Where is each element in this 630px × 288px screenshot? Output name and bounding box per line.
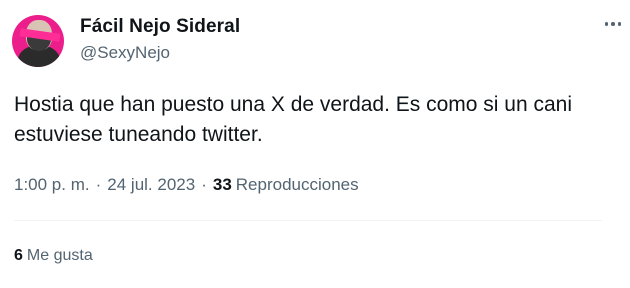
meta-separator: · xyxy=(201,175,207,194)
views-count: 33 xyxy=(212,175,232,194)
tweet-card: Fácil Nejo Sideral @SexyNejo Hostia que … xyxy=(0,0,630,288)
meta-separator: · xyxy=(95,175,102,194)
more-dot xyxy=(617,22,622,26)
likes-link[interactable]: 6 Me gusta xyxy=(14,247,93,265)
likes-label: Me gusta xyxy=(26,247,93,264)
author-display-name[interactable]: Fácil Nejo Sideral xyxy=(80,16,240,38)
author-handle[interactable]: @SexyNejo xyxy=(80,43,170,63)
divider xyxy=(14,220,602,221)
tweet-meta: 1:00 p. m. · 24 jul. 2023 · 33 Reproducciones xyxy=(14,175,359,195)
tweet-time[interactable]: 1:00 p. m. xyxy=(14,175,90,194)
more-dot xyxy=(611,22,615,26)
tweet-text: Hostia que han puesto una X de verdad. E… xyxy=(14,93,573,146)
likes-count: 6 xyxy=(14,247,23,264)
views-label: Reproducciones xyxy=(235,175,359,194)
more-options-icon[interactable] xyxy=(603,14,623,34)
avatar[interactable] xyxy=(12,15,64,67)
tweet-date[interactable]: 24 jul. 2023 xyxy=(107,175,195,194)
more-dot xyxy=(604,22,609,26)
